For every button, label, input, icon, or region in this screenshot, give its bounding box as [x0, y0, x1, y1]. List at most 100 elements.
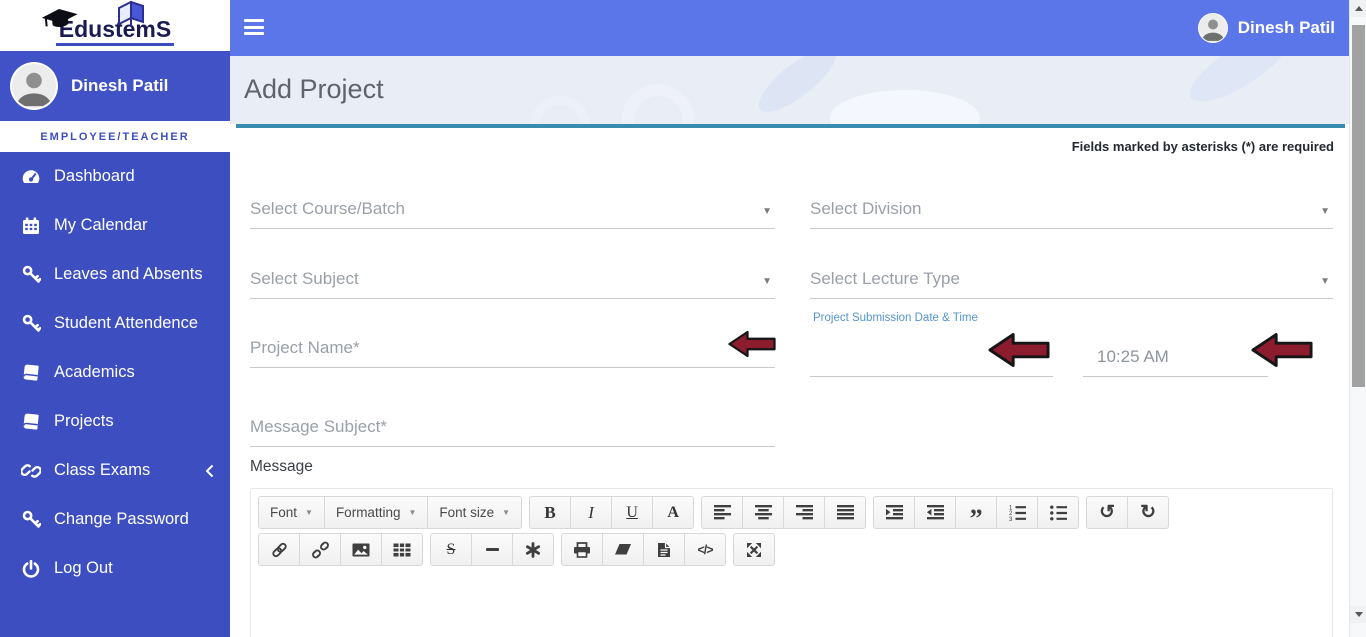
project-name-field[interactable]	[250, 327, 775, 368]
italic-button[interactable]: I	[570, 496, 613, 529]
sidebar-item-leaves-and-absents[interactable]: Leaves and Absents	[0, 250, 230, 299]
print-icon	[574, 541, 590, 558]
underline-button[interactable]: U	[611, 496, 654, 529]
role-strip: EMPLOYEE/TEACHER	[0, 121, 230, 152]
division-select[interactable]: ▼	[810, 188, 1333, 229]
sidebar-item-academics[interactable]: Academics	[0, 348, 230, 397]
asterisk-icon	[526, 541, 540, 558]
redo-button[interactable]: ↻	[1127, 496, 1170, 529]
align-left-button[interactable]	[701, 496, 744, 529]
page-header: Add Project	[230, 56, 1349, 124]
align-right-button[interactable]	[783, 496, 826, 529]
topbar-user-name: Dinesh Patil	[1237, 18, 1335, 37]
lecture-type-select[interactable]: ▼	[810, 258, 1333, 299]
message-subject-field[interactable]	[250, 406, 775, 447]
sidebar-user-panel: Dinesh Patil	[0, 51, 230, 121]
sidebar-user-name: Dinesh Patil	[71, 76, 169, 95]
topbar-user[interactable]: Dinesh Patil	[1197, 13, 1335, 43]
formatting-dropdown[interactable]: Formatting ▼	[323, 496, 429, 529]
course-batch-input[interactable]	[250, 199, 763, 219]
submission-date-field[interactable]	[810, 336, 1053, 377]
scrollbar-thumb[interactable]	[1352, 25, 1365, 387]
hamburger-menu-icon[interactable]	[244, 19, 264, 39]
user-avatar	[10, 62, 58, 110]
unordered-list-button[interactable]	[1037, 496, 1080, 529]
subject-select[interactable]: ▼	[250, 258, 775, 299]
sidebar-item-class-exams[interactable]: Class Exams	[0, 446, 230, 495]
topbar-avatar	[1197, 13, 1228, 43]
message-label: Message	[250, 458, 313, 475]
decorative-circle	[530, 96, 590, 124]
editor-content-area[interactable]	[258, 570, 1325, 637]
special-character-button[interactable]	[512, 533, 554, 566]
align-center-button[interactable]	[742, 496, 785, 529]
sidebar: EdustemS Dinesh Patil EMPLOYEE/TEACHER D…	[0, 0, 230, 637]
font-dropdown[interactable]: Font ▼	[258, 496, 325, 529]
outdent-button[interactable]	[914, 496, 957, 529]
submission-date-input[interactable]	[810, 347, 1053, 367]
submission-time-field[interactable]	[1083, 336, 1268, 377]
unordered-list-icon	[1049, 505, 1067, 520]
lecture-type-input[interactable]	[810, 269, 1321, 289]
print-button[interactable]	[561, 533, 603, 566]
link-button[interactable]	[258, 533, 300, 566]
text-color-button[interactable]: A	[652, 496, 695, 529]
division-input[interactable]	[810, 199, 1321, 219]
bold-button[interactable]: B	[529, 496, 572, 529]
document-button[interactable]	[643, 533, 685, 566]
editor-toolbar-row-1: Font▼ Formatting▼ Font size▼ B I U A	[258, 496, 1325, 531]
document-icon	[658, 542, 670, 557]
horizontal-rule-button[interactable]	[471, 533, 513, 566]
sidebar-item-log-out[interactable]: Log Out	[0, 544, 230, 593]
sidebar-item-my-calendar[interactable]: My Calendar	[0, 201, 230, 250]
edustems-logo[interactable]: EdustemS	[0, 0, 230, 51]
ordered-list-button[interactable]: 123	[996, 496, 1039, 529]
message-subject-input[interactable]	[250, 417, 775, 437]
project-name-input[interactable]	[250, 338, 775, 358]
sidebar-item-label: My Calendar	[54, 216, 148, 234]
align-center-icon	[754, 505, 772, 520]
table-button[interactable]	[381, 533, 423, 566]
source-code-button[interactable]: </>	[684, 533, 726, 566]
sidebar-item-projects[interactable]: Projects	[0, 397, 230, 446]
chevron-down-icon: ▼	[305, 508, 313, 517]
image-button[interactable]	[340, 533, 382, 566]
course-batch-select[interactable]: ▼	[250, 188, 775, 229]
role-label: EMPLOYEE/TEACHER	[40, 130, 190, 143]
sidebar-item-label: Leaves and Absents	[54, 265, 203, 283]
font-size-dropdown[interactable]: Font size ▼	[427, 496, 523, 529]
undo-button[interactable]: ↺	[1086, 496, 1129, 529]
page-title: Add Project	[244, 74, 384, 104]
chevron-down-icon: ▼	[762, 276, 772, 287]
scroll-up-button[interactable]	[1350, 0, 1366, 17]
sidebar-item-dashboard[interactable]: Dashboard	[0, 152, 230, 201]
scroll-down-button[interactable]	[1350, 606, 1366, 623]
unlink-button[interactable]	[299, 533, 341, 566]
submission-time-input[interactable]	[1083, 347, 1268, 367]
triangle-up-icon	[1354, 6, 1363, 11]
horizontal-rule-icon	[485, 547, 499, 552]
sidebar-item-change-password[interactable]: Change Password	[0, 495, 230, 544]
image-icon	[352, 543, 370, 556]
strikethrough-button[interactable]: S	[430, 533, 472, 566]
submission-datetime-label: Project Submission Date & Time	[813, 312, 978, 324]
blockquote-button[interactable]: ”	[955, 496, 998, 531]
open-book-icon	[118, 1, 144, 27]
subject-input[interactable]	[250, 269, 763, 289]
form-content: Fields marked by asterisks (*) are requi…	[230, 128, 1349, 637]
table-icon	[393, 543, 411, 556]
ordered-list-icon: 123	[1009, 505, 1026, 521]
power-icon	[20, 559, 42, 578]
sidebar-item-label: Change Password	[54, 510, 189, 528]
remove-format-button[interactable]	[602, 533, 644, 566]
align-left-icon	[713, 505, 731, 520]
required-fields-note: Fields marked by asterisks (*) are requi…	[1071, 139, 1334, 154]
chevron-left-icon	[205, 464, 214, 478]
indent-button[interactable]	[873, 496, 916, 529]
maximize-button[interactable]	[733, 533, 775, 566]
editor-toolbar-row-2: S </>	[258, 533, 1325, 566]
sidebar-item-student-attendence[interactable]: Student Attendence	[0, 299, 230, 348]
unlink-icon	[311, 541, 329, 558]
align-justify-button[interactable]	[824, 496, 867, 529]
sidebar-item-label: Dashboard	[54, 167, 135, 185]
